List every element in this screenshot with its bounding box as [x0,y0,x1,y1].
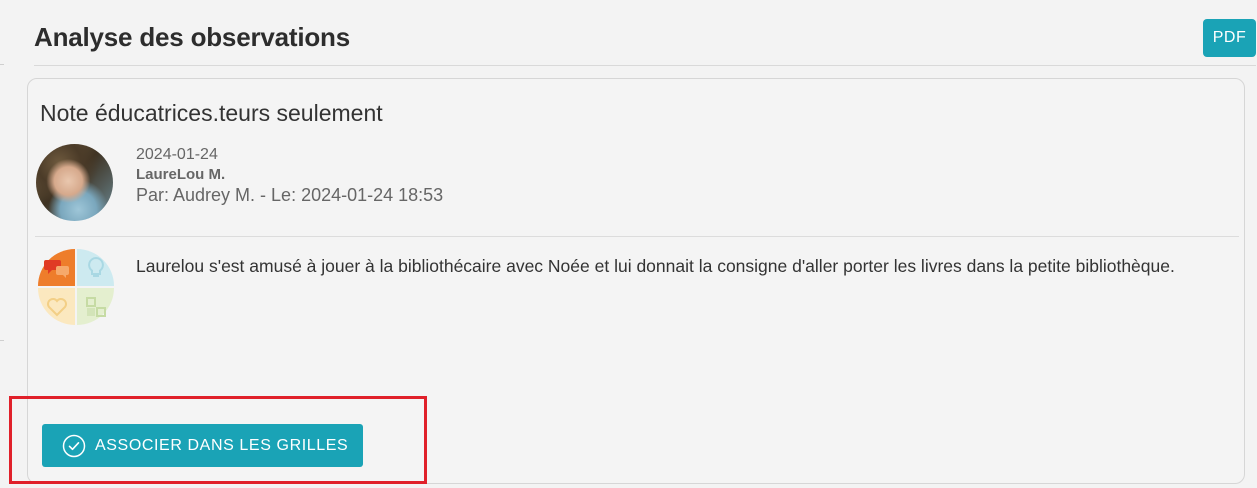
child-name: LaureLou M. [136,166,226,183]
left-edge-tick [0,64,4,65]
left-edge-divider [0,0,6,488]
header-divider [34,65,1256,66]
observation-date: 2024-01-24 [136,146,218,163]
observation-card: Note éducatrices.teurs seulement 2024-01… [27,78,1245,484]
associate-in-grids-button[interactable]: ASSOCIER DANS LES GRILLES [42,424,363,467]
pdf-button[interactable]: PDF [1203,19,1256,57]
author-line: Par: Audrey M. - Le: 2024-01-24 18:53 [136,185,444,205]
child-avatar [36,144,113,221]
lightbulb-icon [77,249,114,286]
heart-icon [38,288,75,325]
card-divider [35,236,1239,237]
speech-bubbles-icon [38,249,75,286]
check-circle-icon [62,434,86,457]
observation-text: Laurelou s'est amusé à jouer à la biblio… [136,256,1175,276]
note-title: Note éducatrices.teurs seulement [40,100,383,126]
blocks-icon [77,288,114,325]
associate-button-label: ASSOCIER DANS LES GRILLES [95,436,349,454]
development-domains-icon [38,249,114,325]
left-edge-tick [0,340,4,341]
page-title: Analyse des observations [34,22,350,52]
